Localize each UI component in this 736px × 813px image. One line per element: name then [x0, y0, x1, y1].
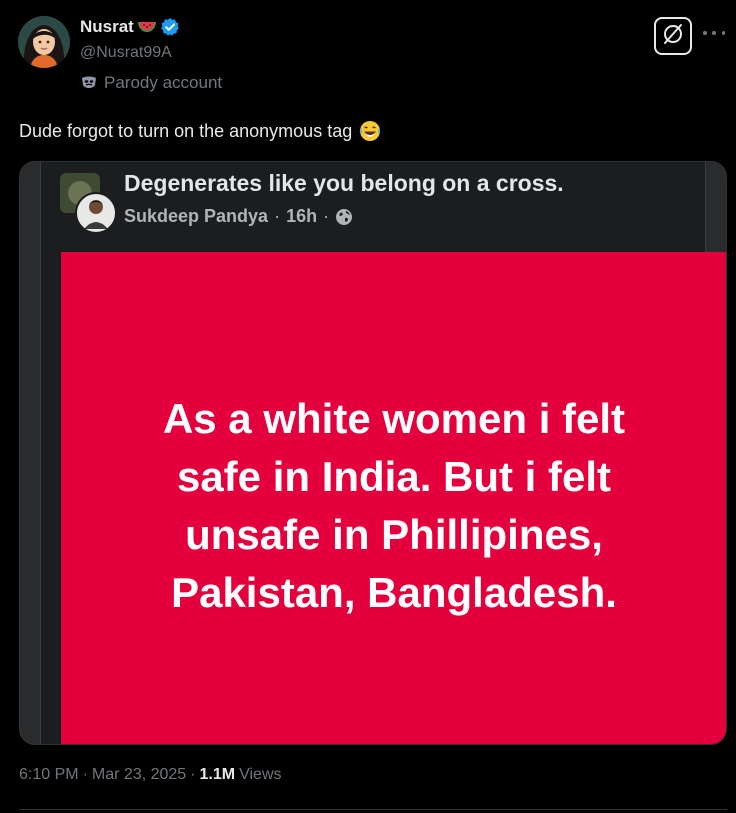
tweet-meta: 6:10 PM · Mar 23, 2025 · 1.1M Views: [19, 766, 282, 784]
grok-button[interactable]: [654, 17, 692, 55]
fb-author-avatar: [60, 173, 122, 235]
author-handle[interactable]: @Nusrat99A: [80, 44, 172, 62]
tweet-time[interactable]: 6:10 PM: [19, 766, 79, 784]
mask-icon: [80, 74, 98, 92]
meta-separator: ·: [190, 766, 196, 783]
tweet: Nusrat @Nusrat99A Parody account Dude fo…: [0, 0, 736, 813]
media-image[interactable]: As a white women i felt safe in India. B…: [19, 161, 727, 745]
more-icon[interactable]: [703, 26, 725, 40]
facebook-screenshot: As a white women i felt safe in India. B…: [40, 162, 726, 744]
fb-time: 16h: [286, 206, 318, 226]
tweet-text: Dude forgot to turn on the anonymous tag: [19, 119, 382, 143]
fb-author-name: Sukdeep Pandya: [124, 206, 269, 226]
fb-separator: ·: [274, 206, 281, 226]
avatar[interactable]: [18, 16, 70, 68]
fb-post-meta: Sukdeep Pandya · 16h ·: [124, 206, 353, 227]
fb-separator: ·: [323, 206, 330, 226]
grok-icon: [661, 22, 685, 51]
watermelon-icon: [137, 20, 157, 34]
views-count: 1.1M: [199, 766, 236, 783]
views-label: Views: [239, 766, 282, 783]
globe-icon: [335, 208, 353, 226]
tweet-body: Dude forgot to turn on the anonymous tag: [19, 120, 353, 141]
meta-separator: ·: [82, 766, 88, 783]
laughing-tears-icon: [358, 119, 382, 143]
parody-label: Parody account: [104, 73, 223, 92]
parody-badge: Parody account: [80, 73, 222, 93]
verified-badge-icon: [160, 17, 180, 37]
display-name[interactable]: Nusrat: [80, 17, 134, 37]
tweet-date[interactable]: Mar 23, 2025: [92, 766, 186, 784]
divider: [19, 809, 727, 810]
text-card: As a white women i felt safe in India. B…: [61, 252, 726, 744]
card-text: As a white women i felt safe in India. B…: [162, 395, 626, 616]
author-name-row[interactable]: Nusrat: [80, 17, 180, 37]
fb-post-title: Degenerates like you belong on a cross.: [124, 170, 564, 196]
